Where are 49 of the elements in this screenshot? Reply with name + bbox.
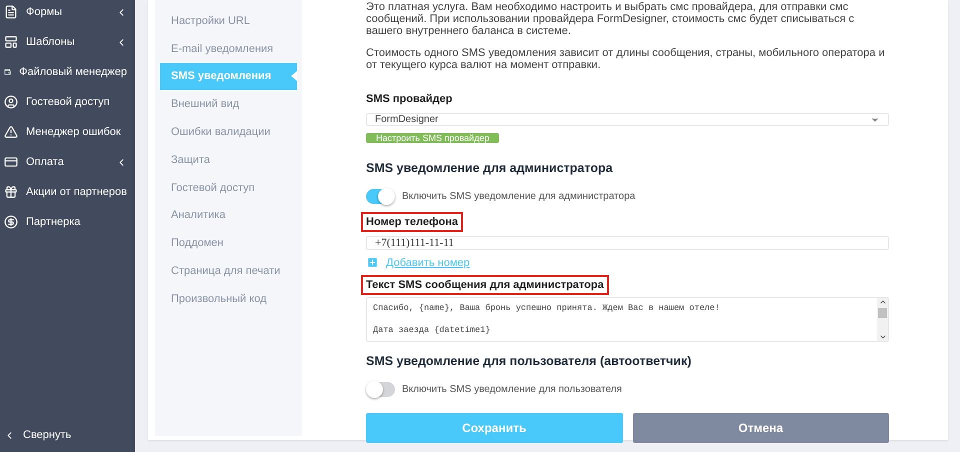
message-textarea[interactable]: Спасибо, {name}, Ваша бронь успешно принята. Ждем Вас в нашем отеле! Дата заезда {datetime1} (366, 297, 889, 342)
layout-icon (4, 35, 18, 49)
save-button[interactable]: Сохранить (366, 413, 622, 443)
scrollbar[interactable] (877, 298, 888, 341)
configure-button[interactable]: Настроить SMS провайдер (366, 133, 500, 143)
card-icon (4, 155, 18, 169)
toggle-label: Включить SMS уведомление для пользователя (402, 384, 622, 395)
toggle-switch[interactable] (366, 382, 395, 397)
toggle-switch[interactable] (366, 189, 395, 204)
user-icon (4, 95, 18, 109)
sidebar-item[interactable]: Гостевой доступ (0, 87, 135, 117)
menu-item[interactable]: SMS уведомления (160, 62, 297, 90)
menu-item[interactable]: Произвольный код (155, 284, 302, 313)
phone-input[interactable]: +7(111)111-11-11 (366, 236, 889, 250)
scroll-down-icon[interactable] (878, 333, 886, 341)
warning-icon (4, 125, 18, 139)
description-text: Стоимость одного SMS уведомления зависит от длины сообщения, страны, мобильного оператора и от текущего курса валют на момент отправки. (366, 47, 886, 71)
menu-item[interactable]: Ошибки валидации (155, 118, 302, 146)
menu-item[interactable]: Гостевой доступ (155, 174, 302, 202)
sidebar-item[interactable]: Партнерка (0, 207, 135, 237)
sidebar-item[interactable]: Шаблоны (0, 27, 135, 57)
sidebar-item[interactable]: Менеджер ошибок (0, 117, 135, 147)
plus-icon[interactable] (366, 256, 379, 269)
sidebar-item[interactable]: Акции от партнеров (0, 177, 135, 207)
sidebar-item[interactable]: Оплата (0, 147, 135, 177)
gift-icon (4, 185, 18, 199)
section-heading: SMS уведомление для администратора (366, 161, 614, 175)
menu-item[interactable]: E-mail уведомления (155, 34, 302, 63)
menu-item[interactable]: Аналитика (155, 202, 302, 230)
field-label: Номер телефона (361, 212, 463, 232)
section-heading: SMS уведомление для пользователя (автоответчик) (366, 354, 692, 368)
cancel-button[interactable]: Отмена (632, 413, 889, 443)
menu-item[interactable]: Поддомен (155, 229, 302, 258)
description-text: Это платная услуга. Вам необходимо настроить и выбрать смс провайдера, для отправки смс сообщений. При использовании провайдера FormDesigner, стоимость смс будет списываться с вашего внутреннего баланса в системе. (366, 1, 856, 37)
menu-item[interactable]: Настройки URL (155, 7, 302, 35)
add-number-link[interactable]: Добавить номер (386, 256, 470, 268)
sidebar-item[interactable]: Формы (0, 0, 135, 27)
collapse-button[interactable]: Свернуть (0, 420, 135, 450)
toggle-label: Включить SMS уведомление для администратора (402, 191, 636, 202)
menu-item[interactable]: Защита (155, 146, 302, 174)
dollar-icon (4, 215, 18, 229)
menu-item[interactable]: Внешний вид (155, 90, 302, 118)
document-icon (4, 5, 18, 19)
field-label: Текст SMS сообщения для администратора (361, 275, 609, 295)
menu-item[interactable]: Страница для печати (155, 257, 302, 285)
scroll-up-icon[interactable] (878, 298, 886, 306)
field-label: SMS провайдер (365, 92, 454, 107)
provider-select[interactable]: FormDesigner (366, 113, 889, 126)
sidebar-item[interactable]: Файловый менеджер (0, 57, 135, 87)
